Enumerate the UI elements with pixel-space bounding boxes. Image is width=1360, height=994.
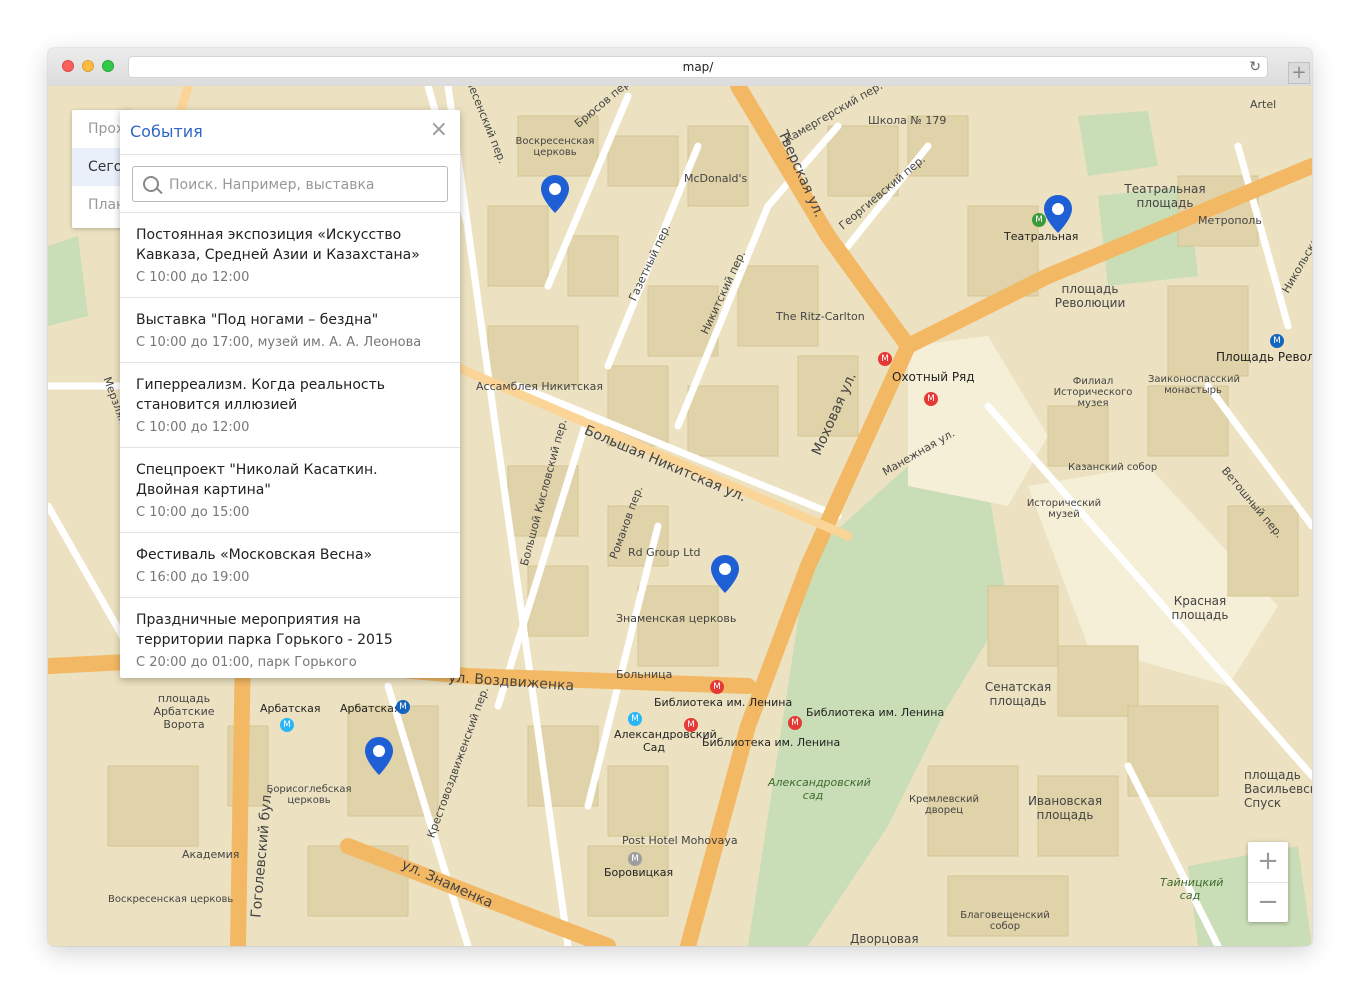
maximize-window-icon[interactable] (102, 60, 114, 72)
search-input[interactable] (167, 167, 441, 203)
events-header: События × (120, 110, 460, 155)
reload-icon[interactable]: ↻ (1249, 57, 1261, 77)
park-label: Александровский сад (768, 776, 871, 802)
metro-label[interactable]: Театральная (1004, 230, 1078, 243)
metro-label[interactable]: Библиотека им. Ленина (806, 706, 944, 719)
event-time: С 20:00 до 01:00, парк Горького (136, 655, 357, 670)
metro-label[interactable]: Площадь Революции (1216, 350, 1312, 364)
place-label: Театральная площадь (1124, 182, 1206, 210)
events-panel: События × Постоянная экспозиция «Искусст… (120, 110, 460, 678)
metro-green-icon[interactable]: M (1032, 213, 1046, 227)
place-label: Кремлевский дворец (908, 794, 980, 816)
place-label: Борисоглебская церковь (266, 784, 352, 806)
park-label: Тайницкий сад (1160, 876, 1224, 902)
place-label: площадь Арбатские Ворота (153, 692, 215, 731)
new-tab-icon[interactable]: + (1288, 62, 1310, 84)
place-label: Больница (616, 668, 673, 681)
place-label: Дворцовая (850, 932, 919, 946)
place-label: Ивановская площадь (1027, 794, 1103, 822)
zoom-in-button[interactable]: + (1248, 842, 1288, 882)
metro-label[interactable]: Арбатская (260, 702, 321, 715)
event-time: С 16:00 до 19:00 (136, 570, 250, 585)
event-item[interactable]: Праздничные мероприятия на территории па… (120, 598, 460, 682)
event-pin-icon[interactable] (540, 174, 570, 214)
place-label: Благовещенский собор (960, 910, 1050, 932)
metro-red-icon[interactable]: M (684, 718, 698, 732)
place-label: Метрополь (1198, 214, 1262, 227)
map-canvas[interactable]: Тверская ул. Моховая ул. Большая Никитск… (48, 86, 1312, 946)
place-label: площадь Революции (1054, 282, 1126, 310)
metro-red-icon[interactable]: M (878, 352, 892, 366)
place-label: Воскресенская церковь (515, 136, 595, 158)
metro-red-icon[interactable]: M (710, 680, 724, 694)
events-title: События (130, 122, 203, 141)
metro-lightblue-icon[interactable]: M (628, 712, 642, 726)
minimize-window-icon[interactable] (82, 60, 94, 72)
url-text: map/ (682, 60, 714, 74)
zoom-control: + − (1248, 842, 1288, 922)
metro-label[interactable]: Арбатская (340, 702, 401, 715)
metro-lightblue-icon[interactable]: M (280, 718, 294, 732)
place-label: Rd Group Ltd (628, 546, 701, 559)
place-label: Сенатская площадь (984, 680, 1052, 708)
event-time: С 10:00 до 12:00 (136, 270, 250, 285)
place-label: Казанский собор (1068, 462, 1158, 473)
place-label: Воскресенская церковь (108, 894, 234, 905)
metro-label[interactable]: Библиотека им. Ленина (654, 696, 792, 709)
metro-label[interactable]: Библиотека им. Ленина (702, 736, 840, 749)
event-time: С 10:00 до 17:00, музей им. А. А. Леонов… (136, 335, 422, 350)
event-pin-icon[interactable] (1043, 194, 1073, 234)
event-item[interactable]: Выставка "Под ногами – бездна" С 10:00 д… (120, 298, 460, 363)
event-item[interactable]: Фестиваль «Московская Весна» С 16:00 до … (120, 533, 460, 598)
metro-blue-icon[interactable]: M (1270, 334, 1284, 348)
event-item[interactable]: Постоянная экспозиция «Искусство Кавказа… (120, 213, 460, 298)
place-label: Artel (1250, 98, 1277, 111)
place-label: Академия (182, 848, 240, 861)
place-label: площадь Васильевский Спуск (1244, 768, 1312, 810)
place-label: Исторический музей (1026, 498, 1102, 520)
metro-grey-icon[interactable]: M (628, 852, 642, 866)
address-bar[interactable]: map/ ↻ (128, 56, 1268, 78)
metro-red-icon[interactable]: M (924, 392, 938, 406)
metro-red-icon[interactable]: M (788, 716, 802, 730)
metro-label[interactable]: Александровский Сад (614, 728, 717, 754)
event-name: Гиперреализм. Когда реальность становитс… (136, 377, 385, 413)
place-label: Школа № 179 (868, 114, 947, 127)
zoom-out-button[interactable]: − (1248, 882, 1288, 923)
place-label: Знаменская церковь (616, 612, 737, 625)
close-icon[interactable]: × (430, 118, 448, 142)
place-label: Заиконоспасский монастырь (1148, 374, 1241, 396)
metro-label[interactable]: Боровицкая (604, 866, 673, 879)
events-list: Постоянная экспозиция «Искусство Кавказа… (120, 212, 460, 682)
place-label: McDonald's (684, 172, 748, 185)
browser-titlebar: map/ ↻ + (48, 48, 1312, 87)
event-pin-icon[interactable] (710, 554, 740, 594)
place-label: Красная площадь (1171, 594, 1229, 622)
event-item[interactable]: Спецпроект "Николай Касаткин. Двойная ка… (120, 448, 460, 533)
event-name: Праздничные мероприятия на территории па… (136, 612, 393, 648)
event-item[interactable]: Гиперреализм. Когда реальность становитс… (120, 363, 460, 448)
close-window-icon[interactable] (62, 60, 74, 72)
events-search[interactable] (132, 166, 448, 203)
place-label: The Ritz-Carlton (776, 310, 865, 323)
event-name: Постоянная экспозиция «Искусство Кавказа… (136, 227, 420, 263)
browser-window: map/ ↻ + Тверская ул. Моховая ул. Больша… (48, 48, 1312, 946)
metro-blue-icon[interactable]: M (396, 700, 410, 714)
event-time: С 10:00 до 12:00 (136, 420, 250, 435)
place-label: Post Hotel Mohovaya (622, 834, 738, 847)
metro-label[interactable]: Охотный Ряд (892, 370, 975, 384)
event-name: Выставка "Под ногами – бездна" (136, 312, 379, 328)
place-label: Филиал Исторического музея (1053, 376, 1133, 409)
search-icon (143, 176, 159, 192)
event-name: Спецпроект "Николай Касаткин. Двойная ка… (136, 462, 378, 498)
event-time: С 10:00 до 15:00 (136, 505, 250, 520)
event-pin-icon[interactable] (364, 736, 394, 776)
event-name: Фестиваль «Московская Весна» (136, 547, 373, 563)
place-label: Ассамблея Никитская (476, 380, 604, 393)
